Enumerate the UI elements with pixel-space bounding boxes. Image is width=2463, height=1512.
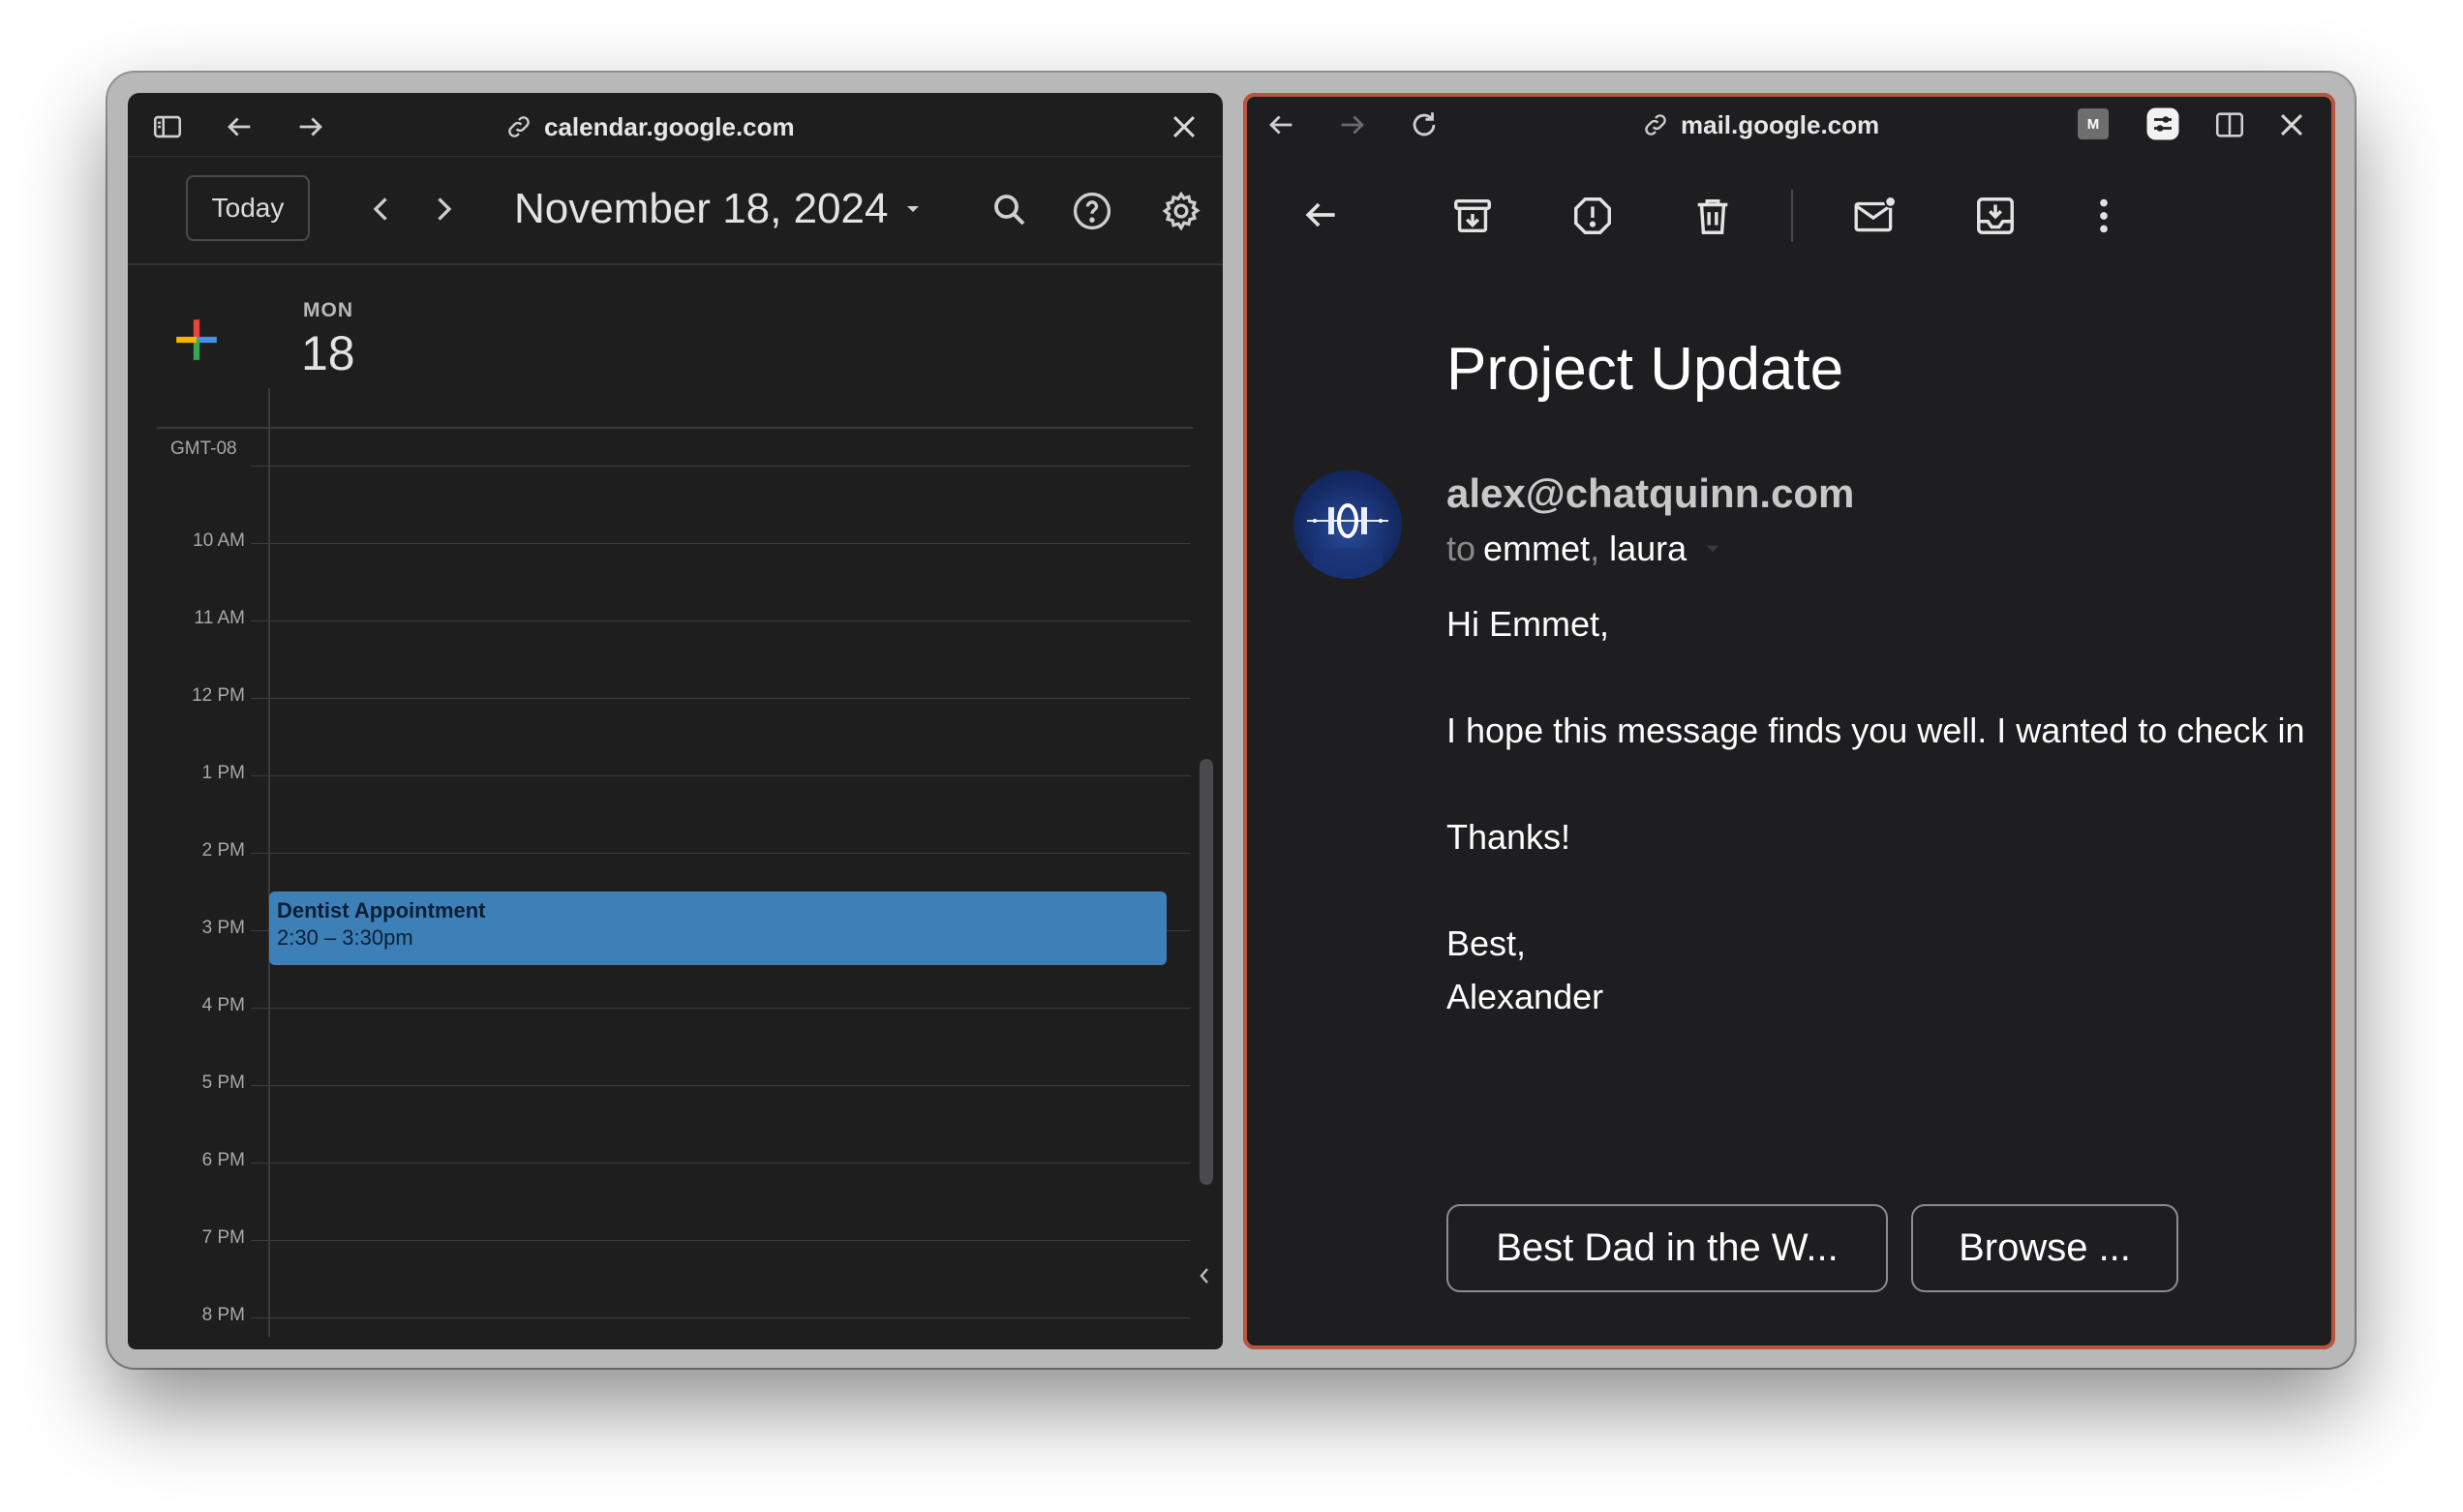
- timezone-label: GMT-08: [170, 438, 237, 459]
- grid-line: [251, 698, 1191, 699]
- header-bottom-divider: [128, 263, 1223, 265]
- grid-line: [251, 775, 1191, 776]
- grid-line: [251, 620, 1191, 621]
- calendar-pane: calendar.google.com Today November 18, 2…: [128, 93, 1223, 1349]
- smart-reply-button[interactable]: Best Dad in the W...: [1446, 1204, 1888, 1292]
- delete-icon[interactable]: [1690, 194, 1735, 238]
- time-label: 12 PM: [192, 685, 245, 706]
- event-title: Dentist Appointment: [277, 898, 486, 922]
- event-time: 2:30 – 3:30pm: [277, 925, 413, 950]
- grid-line: [251, 1008, 1191, 1009]
- extension-label: M: [2086, 115, 2100, 133]
- date-title[interactable]: November 18, 2024: [514, 182, 925, 236]
- email-greeting: Hi Emmet,: [1446, 604, 1610, 644]
- time-label: 10 AM: [193, 530, 245, 551]
- collapse-chevron-icon[interactable]: [1193, 1264, 1216, 1287]
- grid-line: [251, 543, 1191, 544]
- link-icon: [505, 113, 532, 140]
- forward-arrow-icon[interactable]: [1336, 108, 1369, 141]
- recipient-separator: ,: [1590, 529, 1600, 568]
- extension-icon[interactable]: M: [2078, 108, 2109, 139]
- chevron-left-icon[interactable]: [364, 192, 399, 227]
- time-label: 4 PM: [201, 995, 245, 1015]
- time-label: 8 PM: [201, 1305, 245, 1325]
- time-label: 5 PM: [201, 1073, 245, 1093]
- smart-reply-button[interactable]: Browse ...: [1911, 1204, 2178, 1292]
- allday-divider: [157, 427, 1193, 429]
- time-label: 7 PM: [201, 1227, 245, 1248]
- back-arrow-icon[interactable]: [223, 110, 256, 143]
- help-icon[interactable]: [1071, 190, 1113, 232]
- url-text: mail.google.com: [1681, 109, 1880, 139]
- grid-line: [251, 1085, 1191, 1086]
- mail-pane: mail.google.com M Project Update alex@ch…: [1243, 93, 2335, 1349]
- close-icon[interactable]: [2275, 108, 2308, 141]
- caret-down-icon[interactable]: [1700, 536, 1725, 561]
- time-label: 6 PM: [201, 1150, 245, 1170]
- settings-icon[interactable]: [1160, 190, 1202, 232]
- back-arrow-icon[interactable]: [1299, 194, 1342, 236]
- split-view-icon[interactable]: [2213, 108, 2246, 141]
- email-subject: Project Update: [1446, 336, 1844, 403]
- email-paragraph: I hope this message finds you well. I wa…: [1446, 711, 2305, 750]
- time-label: 11 AM: [194, 608, 245, 628]
- url-text: calendar.google.com: [544, 111, 795, 141]
- chevron-right-icon[interactable]: [426, 192, 461, 227]
- recipient-1: emmet: [1483, 529, 1591, 568]
- address-bar[interactable]: mail.google.com: [1642, 106, 1879, 144]
- settings-toggle-icon[interactable]: [2145, 106, 2180, 141]
- day-number[interactable]: 18: [301, 325, 355, 381]
- reload-icon[interactable]: [1408, 108, 1441, 141]
- close-icon[interactable]: [1168, 110, 1201, 143]
- toolbar-divider: [1791, 190, 1793, 242]
- spam-icon[interactable]: [1570, 194, 1615, 238]
- header-divider: [128, 156, 1223, 157]
- grid-line: [251, 853, 1191, 854]
- recipients-line[interactable]: to emmet , laura: [1446, 529, 1725, 569]
- grid-line: [251, 1317, 1191, 1318]
- back-arrow-icon[interactable]: [1264, 108, 1297, 141]
- link-icon: [1642, 111, 1669, 138]
- email-thanks: Thanks!: [1446, 817, 1571, 857]
- plus-icon[interactable]: [172, 316, 221, 364]
- today-button[interactable]: Today: [186, 175, 310, 241]
- to-label: to: [1446, 529, 1476, 568]
- search-icon[interactable]: [989, 190, 1030, 230]
- forward-arrow-icon[interactable]: [294, 110, 327, 143]
- email-signoff: Best,: [1446, 923, 1527, 963]
- grid-line: [251, 466, 1191, 467]
- mark-unread-icon[interactable]: [1851, 192, 1900, 240]
- day-column-divider: [268, 388, 270, 1337]
- time-label: 2 PM: [201, 840, 245, 861]
- avatar[interactable]: [1293, 470, 1402, 579]
- sender-email[interactable]: alex@chatquinn.com: [1446, 470, 1854, 517]
- date-title-text: November 18, 2024: [514, 185, 889, 232]
- move-to-icon[interactable]: [1973, 194, 2018, 238]
- grid-line: [251, 1163, 1191, 1164]
- email-signature: Alexander: [1446, 977, 1604, 1016]
- caret-down-icon: [901, 197, 925, 221]
- scrollbar[interactable]: [1200, 759, 1213, 1185]
- day-name: MON: [303, 299, 353, 321]
- sidebar-icon[interactable]: [151, 110, 184, 143]
- time-label: 3 PM: [201, 918, 245, 938]
- time-label: 1 PM: [201, 763, 245, 783]
- grid-line: [251, 1240, 1191, 1241]
- more-vert-icon[interactable]: [2082, 194, 2126, 238]
- recipient-2: laura: [1609, 529, 1688, 568]
- address-bar[interactable]: calendar.google.com: [505, 107, 795, 146]
- calendar-event[interactable]: Dentist Appointment 2:30 – 3:30pm: [269, 892, 1167, 965]
- archive-icon[interactable]: [1450, 194, 1495, 238]
